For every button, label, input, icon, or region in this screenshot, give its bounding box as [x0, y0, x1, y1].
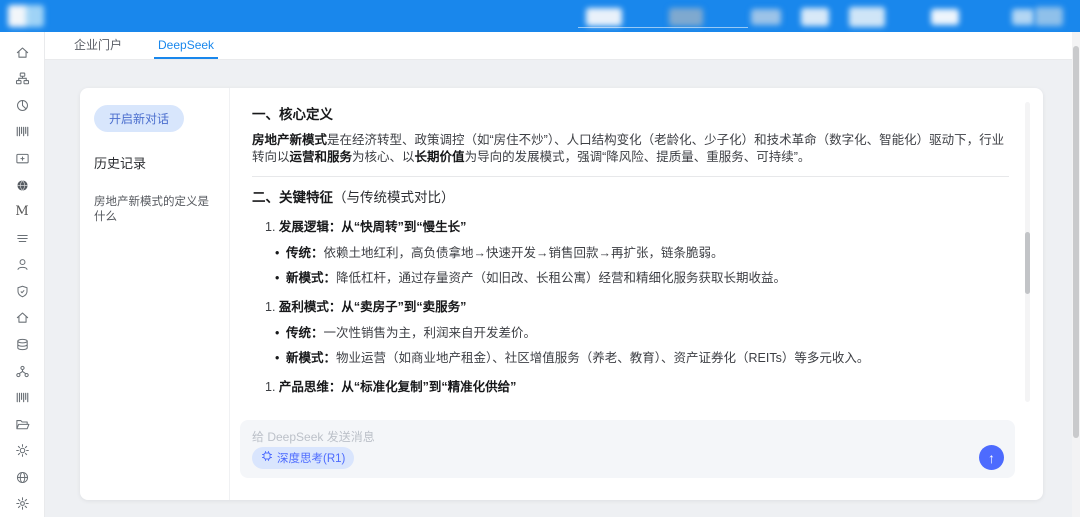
- bullet-item: 新模式：物业运营（如商业地产租金）、社区增值服务（养老、教育）、资产证券化（RE…: [275, 351, 1009, 365]
- tab-enterprise-portal[interactable]: 企业门户: [70, 32, 126, 59]
- shield-icon[interactable]: [9, 278, 35, 305]
- page-scrollbar-thumb[interactable]: [1073, 46, 1079, 438]
- workspace: 开启新对话 历史记录 房地产新模式的定义是什么 一、核心定义 房地产新模式是在经…: [45, 60, 1080, 517]
- org-chart-icon[interactable]: [9, 66, 35, 93]
- list-icon[interactable]: [9, 225, 35, 252]
- barcode-alt-icon[interactable]: [9, 384, 35, 411]
- blurred-nav-item[interactable]: [931, 9, 959, 25]
- globe-filled-icon[interactable]: [9, 172, 35, 199]
- blurred-nav-item[interactable]: [1012, 9, 1034, 25]
- deep-think-icon: [261, 450, 273, 465]
- chat-main: 一、核心定义 房地产新模式是在经济转型、政策调控（如“房住不炒”）、人口结构变化…: [230, 88, 1043, 500]
- home-icon[interactable]: [9, 39, 35, 66]
- bullet-item: 新模式：降低杠杆，通过存量资产（如旧改、长租公寓）经营和精细化服务获取长期收益。: [275, 271, 1009, 285]
- nav-underline: [578, 27, 748, 28]
- blurred-nav-item[interactable]: [849, 7, 885, 27]
- message-input[interactable]: [252, 428, 1004, 444]
- pie-chart-icon[interactable]: [9, 92, 35, 119]
- deepseek-chat-card: 开启新对话 历史记录 房地产新模式的定义是什么 一、核心定义 房地产新模式是在经…: [80, 88, 1043, 500]
- answer-subsection: 1. 发展逻辑：从“快周转”到“慢生长” 传统：依赖土地红利，高负债拿地→快速开…: [252, 216, 1009, 285]
- user-icon[interactable]: [9, 252, 35, 279]
- blurred-nav-item[interactable]: [751, 9, 781, 25]
- tab-deepseek[interactable]: DeepSeek: [154, 32, 218, 59]
- gear-flower-icon[interactable]: [9, 437, 35, 464]
- assistant-answer: 一、核心定义 房地产新模式是在经济转型、政策调控（如“房住不炒”）、人口结构变化…: [252, 101, 1009, 403]
- answer-paragraph: 房地产新模式是在经济转型、政策调控（如“房住不炒”）、人口结构变化（老龄化、少子…: [252, 132, 1009, 166]
- message-composer: 深度思考(R1) ↑: [240, 420, 1015, 478]
- deep-think-button[interactable]: 深度思考(R1): [252, 447, 354, 469]
- answer-subsection: 1. 盈利模式：从“卖房子”到“卖服务” 传统：一次性销售为主，利润来自开发差价…: [252, 296, 1009, 365]
- blurred-nav-item[interactable]: [801, 8, 829, 26]
- answer-scrollbar-track: [1025, 102, 1030, 402]
- bullet-item: 传统：依赖土地红利，高负债拿地→快速开发→销售回款→再扩张，链条脆弱。: [275, 246, 1009, 260]
- blurred-account-item[interactable]: [1035, 7, 1063, 26]
- answer-scrollbar-thumb[interactable]: [1025, 232, 1030, 294]
- history-heading: 历史记录: [94, 153, 215, 172]
- send-button[interactable]: ↑: [979, 445, 1004, 470]
- answer-heading-core-definition: 一、核心定义: [252, 103, 1009, 123]
- m-letter-icon[interactable]: M: [9, 198, 35, 225]
- answer-subsection: 1. 产品思维：从“标准化复制”到“精准化供给” 传统：大规模建设同质化住宅，忽…: [252, 376, 1009, 403]
- new-chat-button[interactable]: 开启新对话: [94, 105, 184, 132]
- folder-icon[interactable]: [9, 411, 35, 438]
- section-divider: [252, 176, 1009, 177]
- top-header: [0, 0, 1080, 32]
- answer-heading-key-features: 二、关键特征（与传统模式对比）: [252, 186, 1009, 206]
- barcode-icon[interactable]: [9, 119, 35, 146]
- history-item[interactable]: 房地产新模式的定义是什么: [94, 195, 215, 225]
- app-logo: [8, 5, 44, 27]
- send-arrow-icon: ↑: [988, 451, 995, 465]
- page-scrollbar-track: [1072, 32, 1080, 517]
- blurred-nav-item[interactable]: [586, 8, 622, 26]
- bullet-item: 传统：一次性销售为主，利润来自开发差价。: [275, 326, 1009, 340]
- globe-icon[interactable]: [9, 464, 35, 491]
- left-icon-sidebar: M: [0, 32, 45, 517]
- blurred-nav-item[interactable]: [669, 8, 703, 26]
- chat-sidebar: 开启新对话 历史记录 房地产新模式的定义是什么: [80, 88, 230, 500]
- card-add-icon[interactable]: [9, 145, 35, 172]
- database-icon[interactable]: [9, 331, 35, 358]
- network-icon[interactable]: [9, 358, 35, 385]
- settings-icon[interactable]: [9, 491, 35, 517]
- home-alt-icon[interactable]: [9, 305, 35, 332]
- tab-bar: 企业门户 DeepSeek: [45, 32, 1080, 60]
